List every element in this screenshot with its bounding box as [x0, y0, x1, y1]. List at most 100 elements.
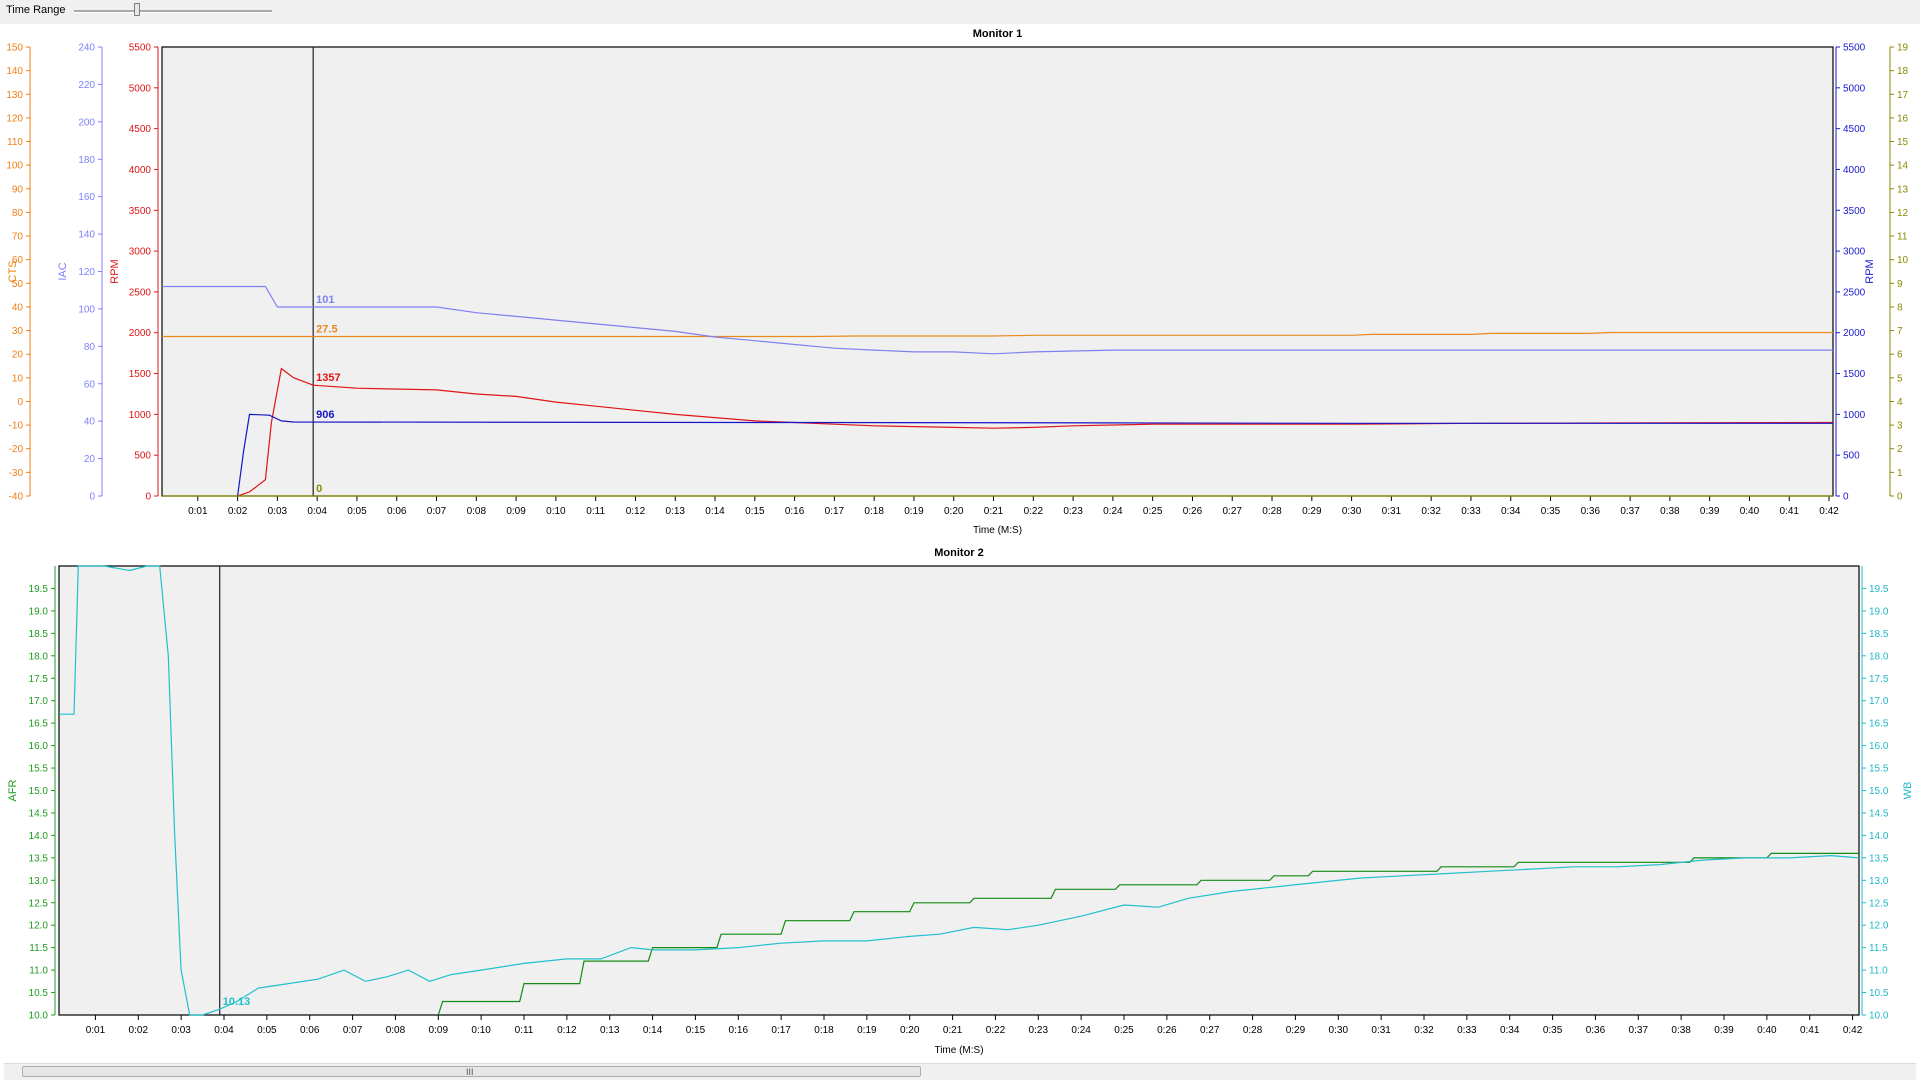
y-tick-label: 14.0 — [1869, 831, 1889, 842]
y-tick-label: 500 — [134, 451, 151, 462]
x-tick-label: 0:06 — [300, 1025, 320, 1036]
y-axis-iac: 0 20 40 60 80 100 120 140 160 180 200 220 240 IAC — [57, 43, 103, 503]
y-axis-rpm_l: 0 500 1000 1500 2000 2500 3000 3500 4000 4500 5000… — [109, 43, 159, 503]
x-tick-label: 0:10 — [546, 506, 566, 517]
y-tick-label: 16.0 — [1869, 741, 1889, 752]
y-tick-label: 5500 — [1843, 43, 1866, 54]
x-tick-label: 0:02 — [228, 506, 248, 517]
x-tick-label: 0:22 — [986, 1025, 1006, 1036]
x-tick-label: 0:41 — [1780, 506, 1800, 517]
x-tick-label: 0:37 — [1620, 506, 1640, 517]
x-tick-label: 0:04 — [214, 1025, 234, 1036]
y-tick-label: 500 — [1843, 451, 1860, 462]
x-tick-label: 0:13 — [600, 1025, 620, 1036]
y-tick-label: 3500 — [1843, 206, 1866, 217]
x-tick-label: 0:17 — [771, 1025, 791, 1036]
y-tick-label: 19.5 — [29, 584, 49, 595]
x-tick-label: 0:35 — [1543, 1025, 1563, 1036]
y-tick-label: 19.0 — [1869, 606, 1889, 617]
x-tick-label: 0:31 — [1371, 1025, 1391, 1036]
y-tick-label: 30 — [12, 326, 24, 337]
x-tick-label: 0:35 — [1541, 506, 1561, 517]
y-tick-label: 2000 — [1843, 328, 1866, 339]
x-tick-label: 0:29 — [1302, 506, 1322, 517]
x-tick-label: 0:32 — [1421, 506, 1441, 517]
x-tick-label: 0:17 — [825, 506, 845, 517]
y-tick-label: 17.5 — [1869, 674, 1889, 685]
y-axis-label: RPM — [109, 259, 121, 283]
y-tick-label: 3500 — [129, 206, 152, 217]
x-tick-label: 0:27 — [1200, 1025, 1220, 1036]
y-tick-label: 4000 — [129, 165, 152, 176]
y-tick-label: 16.5 — [1869, 719, 1889, 730]
y-tick-label: 17 — [1897, 90, 1909, 101]
y-tick-label: 240 — [78, 43, 95, 54]
cursor-value-label: 10.13 — [223, 996, 251, 1008]
x-axis-label: Time (M:S) — [934, 1045, 983, 1056]
y-tick-label: 2500 — [1843, 287, 1866, 298]
x-tick-label: 0:19 — [857, 1025, 877, 1036]
x-tick-label: 0:39 — [1700, 506, 1720, 517]
y-tick-label: 10.0 — [29, 1011, 49, 1022]
y-tick-label: 10.0 — [1869, 1011, 1889, 1022]
y-tick-label: 160 — [78, 192, 95, 203]
y-tick-label: 16 — [1897, 113, 1909, 124]
y-tick-label: 60 — [84, 379, 96, 390]
x-tick-label: 0:30 — [1342, 506, 1362, 517]
x-tick-label: 0:16 — [729, 1025, 749, 1036]
y-tick-label: 16.5 — [29, 719, 49, 730]
x-tick-label: 0:15 — [745, 506, 765, 517]
y-tick-label: 100 — [78, 304, 95, 315]
x-tick-label: 0:08 — [467, 506, 487, 517]
y-tick-label: 11.0 — [1869, 966, 1888, 977]
y-tick-label: 17.0 — [29, 696, 49, 707]
x-tick-label: 0:26 — [1183, 506, 1203, 517]
x-tick-label: 0:13 — [666, 506, 686, 517]
x-tick-label: 0:38 — [1671, 1025, 1691, 1036]
x-tick-label: 0:42 — [1819, 506, 1839, 517]
y-tick-label: -30 — [9, 468, 24, 479]
x-tick-label: 0:33 — [1461, 506, 1481, 517]
y-axis-label: IAC — [57, 262, 69, 280]
x-tick-label: 0:09 — [506, 506, 526, 517]
x-tick-label: 0:01 — [86, 1025, 106, 1036]
cursor-value-label: 1357 — [316, 372, 340, 384]
x-tick-label: 0:12 — [626, 506, 646, 517]
y-tick-label: 18 — [1897, 66, 1909, 77]
x-tick-label: 0:36 — [1581, 506, 1601, 517]
y-tick-label: 20 — [84, 454, 96, 465]
scrollbar-thumb[interactable]: III — [22, 1066, 921, 1077]
y-tick-label: -10 — [9, 421, 24, 432]
x-tick-label: 0:12 — [557, 1025, 577, 1036]
horizontal-scrollbar[interactable]: III — [4, 1063, 1916, 1080]
y-tick-label: 1000 — [1843, 410, 1866, 421]
y-tick-label: 1 — [1897, 468, 1903, 479]
y-tick-label: 1000 — [129, 410, 152, 421]
y-tick-label: 3 — [1897, 421, 1903, 432]
y-tick-label: 15.5 — [29, 764, 49, 775]
x-tick-label: 0:24 — [1103, 506, 1123, 517]
y-tick-label: 0 — [1897, 492, 1903, 503]
y-tick-label: 5 — [1897, 373, 1903, 384]
y-tick-label: 120 — [6, 113, 23, 124]
y-tick-label: 18.0 — [29, 651, 49, 662]
y-axis-cts: -40-30-20-100102030405060708090100110120… — [6, 43, 31, 503]
plot-area — [58, 565, 1860, 1016]
y-tick-label: 3000 — [129, 247, 152, 258]
y-axis-v: 012345678910111213141516171819 — [1889, 43, 1909, 503]
x-tick-label: 0:04 — [307, 506, 327, 517]
y-tick-label: 0 — [145, 492, 151, 503]
y-tick-label: 19 — [1897, 43, 1909, 54]
x-tick-label: 0:36 — [1586, 1025, 1606, 1036]
y-tick-label: 80 — [84, 342, 96, 353]
y-tick-label: 13.5 — [29, 853, 49, 864]
y-tick-label: 13.0 — [1869, 876, 1889, 887]
y-tick-label: 17.0 — [1869, 696, 1889, 707]
y-tick-label: 0 — [17, 397, 23, 408]
y-tick-label: 12.5 — [29, 898, 49, 909]
x-tick-label: 0:20 — [944, 506, 964, 517]
x-tick-label: 0:22 — [1024, 506, 1044, 517]
y-tick-label: 2500 — [129, 287, 152, 298]
y-tick-label: -40 — [9, 492, 24, 503]
y-tick-label: 15.0 — [29, 786, 49, 797]
